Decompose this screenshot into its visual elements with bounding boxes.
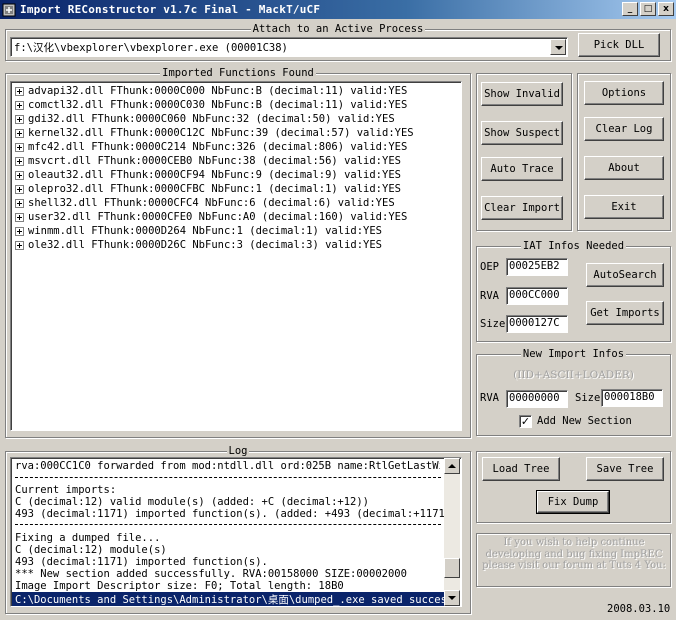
tree-item-gdi32[interactable]: gdi32.dll FThunk:0000C060 NbFunc:32 (dec… (15, 112, 395, 126)
tree-item-msvcrt[interactable]: msvcrt.dll FThunk:0000CEB0 NbFunc:38 (de… (15, 154, 401, 168)
expand-icon[interactable] (15, 240, 24, 250)
clear-log-button[interactable]: Clear Log (584, 117, 664, 141)
tree-item-olepro32[interactable]: olepro32.dll FThunk:0000CFBC NbFunc:1 (d… (15, 182, 401, 196)
iat-group-title: IAT Infos Needed (520, 240, 627, 252)
show-invalid-button[interactable]: Show Invalid (481, 82, 563, 106)
process-combobox[interactable]: f:\汉化\vbexplorer\vbexplorer.exe (00001C3… (10, 37, 568, 57)
imports-group-title: Imported Functions Found (160, 67, 316, 79)
log-line-selected[interactable]: C:\Documents and Settings\Administrator\… (12, 592, 444, 606)
expand-icon[interactable] (15, 114, 24, 124)
scroll-up-icon[interactable] (444, 458, 460, 474)
log-line: C (decimal:12) module(s) (15, 544, 167, 556)
tree-item-advapi32[interactable]: advapi32.dll FThunk:0000C000 NbFunc:B (d… (15, 84, 407, 98)
add-new-section-label: Add New Section (537, 415, 632, 427)
oep-label: OEP (480, 261, 499, 273)
add-new-section-checkbox[interactable]: ✓ (519, 415, 532, 428)
options-button[interactable]: Options (584, 81, 664, 105)
tree-item-winmm[interactable]: winmm.dll FThunk:0000D264 NbFunc:1 (deci… (15, 224, 382, 238)
expand-icon[interactable] (15, 198, 24, 208)
support-text: If you wish to help continue developing … (482, 537, 666, 571)
rva-field[interactable]: 000CC000 (506, 287, 568, 305)
maximize-button[interactable]: □ (640, 2, 656, 16)
log-separator (15, 477, 441, 478)
scroll-down-icon[interactable] (444, 590, 460, 606)
fix-dump-button[interactable]: Fix Dump (536, 490, 610, 514)
new-rva-label: RVA (480, 392, 499, 404)
load-tree-button[interactable]: Load Tree (482, 457, 560, 481)
expand-icon[interactable] (15, 142, 24, 152)
log-line: Fixing a dumped file... (15, 532, 161, 544)
show-suspect-button[interactable]: Show Suspect (481, 121, 563, 145)
app-icon (2, 3, 16, 17)
log-line: *** New section added successfully. RVA:… (15, 568, 407, 580)
autosearch-button[interactable]: AutoSearch (586, 263, 664, 287)
log-line: rva:000CC1C0 forwarded from mod:ntdll.dl… (15, 460, 440, 472)
pick-dll-button[interactable]: Pick DLL (578, 33, 660, 57)
expand-icon[interactable] (15, 170, 24, 180)
process-combobox-value: f:\汉化\vbexplorer\vbexplorer.exe (00001C3… (14, 42, 288, 54)
new-rva-field[interactable]: 00000000 (506, 390, 568, 408)
log-scrollbar[interactable] (444, 458, 460, 606)
new-size-field[interactable]: 000018B0 (601, 389, 663, 407)
new-size-label: Size (575, 392, 601, 404)
minimize-button[interactable]: _ (622, 2, 638, 16)
chevron-down-icon[interactable] (550, 39, 566, 55)
log-line: 493 (decimal:1171) imported function(s).… (15, 508, 458, 520)
tree-item-oleaut32[interactable]: oleaut32.dll FThunk:0000CF94 NbFunc:9 (d… (15, 168, 401, 182)
expand-icon[interactable] (15, 156, 24, 166)
oep-field[interactable]: 00025EB2 (506, 258, 568, 276)
close-button[interactable]: x (658, 2, 674, 16)
log-line: Image Import Descriptor size: F0; Total … (15, 580, 344, 592)
expand-icon[interactable] (15, 128, 24, 138)
clear-import-button[interactable]: Clear Import (481, 196, 563, 220)
imports-tree[interactable]: advapi32.dll FThunk:0000C000 NbFunc:B (d… (10, 81, 462, 431)
save-tree-button[interactable]: Save Tree (586, 457, 664, 481)
attach-group-title: Attach to an Active Process (250, 23, 426, 35)
rva-label: RVA (480, 290, 499, 302)
scrollbar-thumb[interactable] (444, 558, 460, 578)
log-group-title: Log (226, 445, 250, 457)
tree-item-ole32[interactable]: ole32.dll FThunk:0000D26C NbFunc:3 (deci… (15, 238, 382, 252)
exit-button[interactable]: Exit (584, 195, 664, 219)
log-listbox[interactable]: rva:000CC1C0 forwarded from mod:ntdll.dl… (10, 457, 462, 607)
log-line: 493 (decimal:1171) imported function(s). (15, 556, 268, 568)
new-import-subtitle: (IID+ASCII+LOADER) (513, 369, 634, 381)
expand-icon[interactable] (15, 212, 24, 222)
log-line: Current imports: (15, 484, 117, 496)
new-import-group-title: New Import Infos (520, 348, 627, 360)
tree-item-kernel32[interactable]: kernel32.dll FThunk:0000C12C NbFunc:39 (… (15, 126, 414, 140)
expand-icon[interactable] (15, 86, 24, 96)
log-line: C (decimal:12) valid module(s) (added: +… (15, 496, 370, 508)
expand-icon[interactable] (15, 100, 24, 110)
get-imports-button[interactable]: Get Imports (586, 301, 664, 325)
auto-trace-button[interactable]: Auto Trace (481, 157, 563, 181)
size-field[interactable]: 0000127C (506, 315, 568, 333)
tree-item-shell32[interactable]: shell32.dll FThunk:0000CFC4 NbFunc:6 (de… (15, 196, 395, 210)
window-title: Import REConstructor v1.7c Final - MackT… (20, 3, 321, 16)
expand-icon[interactable] (15, 184, 24, 194)
about-button[interactable]: About (584, 156, 664, 180)
tree-item-mfc42[interactable]: mfc42.dll FThunk:0000C214 NbFunc:326 (de… (15, 140, 407, 154)
log-separator (15, 524, 441, 525)
expand-icon[interactable] (15, 226, 24, 236)
title-bar[interactable]: Import REConstructor v1.7c Final - MackT… (0, 0, 676, 19)
tree-item-user32[interactable]: user32.dll FThunk:0000CFE0 NbFunc:A0 (de… (15, 210, 407, 224)
build-date: 2008.03.10 (607, 603, 671, 615)
tree-item-comctl32[interactable]: comctl32.dll FThunk:0000C030 NbFunc:B (d… (15, 98, 407, 112)
size-label: Size (480, 318, 506, 330)
